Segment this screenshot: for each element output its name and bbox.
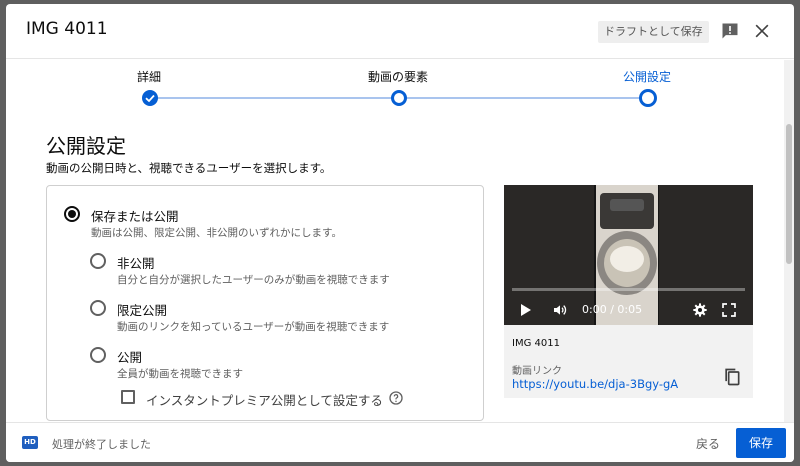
hd-badge-icon: HD — [22, 436, 38, 449]
checkmark-icon — [145, 94, 155, 103]
copy-icon[interactable] — [722, 367, 742, 387]
play-icon[interactable] — [520, 303, 532, 317]
public-radio[interactable] — [90, 347, 106, 363]
video-link-label: 動画リンク — [512, 366, 562, 377]
private-description: 自分と自分が選択したユーザーのみが動画を視聴できます — [117, 274, 390, 286]
scrollbar-thumb[interactable] — [786, 124, 792, 264]
dialog-header: IMG 4011 ドラフトとして保存 — [6, 4, 794, 59]
save-button[interactable]: 保存 — [736, 428, 786, 458]
step-label-video-elements[interactable]: 動画の要素 — [368, 68, 428, 85]
step-video-elements-dot[interactable] — [391, 90, 407, 106]
instant-premiere-label[interactable]: インスタントプレミア公開として設定する — [146, 390, 383, 409]
unlisted-label[interactable]: 限定公開 — [117, 300, 167, 319]
unlisted-description: 動画のリンクを知っているユーザーが動画を視聴できます — [117, 321, 390, 333]
step-visibility-dot[interactable] — [639, 89, 657, 107]
public-description: 全員が動画を視聴できます — [117, 368, 243, 380]
video-preview-card: 0:00 / 0:05 IMG 4011 動画リンク https://youtu… — [504, 185, 753, 398]
help-icon[interactable] — [388, 390, 404, 406]
video-progress-bar[interactable] — [512, 288, 745, 291]
video-player[interactable]: 0:00 / 0:05 — [504, 185, 753, 325]
save-or-publish-radio[interactable] — [64, 206, 80, 222]
step-details-check-icon[interactable] — [142, 90, 158, 106]
dialog-footer: HD 処理が終了しました 戻る 保存 — [6, 422, 794, 462]
unlisted-radio[interactable] — [90, 300, 106, 316]
video-filename: IMG 4011 — [512, 338, 560, 349]
video-link[interactable]: https://youtu.be/dja-3Bgy-gA — [512, 377, 678, 391]
save-or-publish-description: 動画は公開、限定公開、非公開のいずれかにします。 — [91, 227, 342, 239]
volume-icon[interactable] — [551, 302, 569, 318]
instant-premiere-checkbox[interactable] — [121, 390, 135, 404]
close-icon[interactable] — [752, 21, 772, 41]
upload-dialog: IMG 4011 ドラフトとして保存 詳細 動画の要素 公開設定 公開設定 動画… — [6, 4, 794, 462]
visibility-title: 公開設定 — [46, 134, 126, 158]
public-label[interactable]: 公開 — [117, 347, 142, 366]
step-label-details[interactable]: 詳細 — [137, 68, 161, 85]
private-radio[interactable] — [90, 253, 106, 269]
video-time: 0:00 / 0:05 — [582, 303, 643, 316]
save-or-publish-label[interactable]: 保存または公開 — [91, 206, 179, 225]
private-label[interactable]: 非公開 — [117, 253, 155, 272]
feedback-icon[interactable] — [720, 21, 740, 41]
fullscreen-icon[interactable] — [721, 302, 737, 318]
processing-status: 処理が終了しました — [52, 438, 151, 451]
visibility-description: 動画の公開日時と、視聴できるユーザーを選択します。 — [46, 161, 332, 175]
dialog-title: IMG 4011 — [26, 19, 108, 39]
back-button[interactable]: 戻る — [696, 435, 720, 452]
settings-gear-icon[interactable] — [692, 302, 708, 318]
step-label-visibility[interactable]: 公開設定 — [623, 68, 671, 85]
visibility-options-box: 保存または公開 動画は公開、限定公開、非公開のいずれかにします。 非公開 自分と… — [46, 185, 484, 421]
save-as-draft-button[interactable]: ドラフトとして保存 — [598, 21, 709, 43]
